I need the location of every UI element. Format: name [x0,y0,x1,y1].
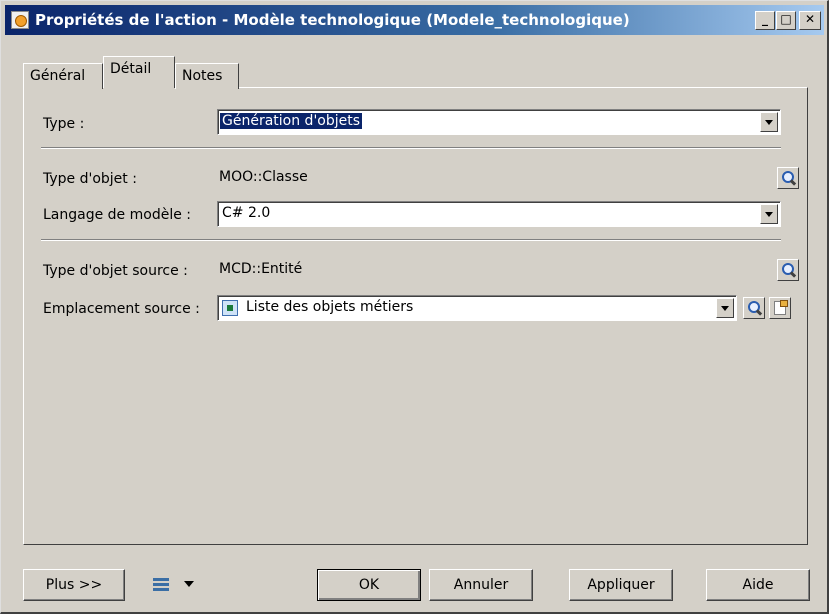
chevron-down-icon[interactable] [760,204,778,224]
model-language-combo[interactable]: C# 2.0 [217,201,781,227]
source-object-type-value: MCD::Entité [219,261,303,277]
minimize-button[interactable]: _ [755,11,775,30]
separator [41,147,781,149]
ok-button[interactable]: OK [317,569,421,601]
tab-general[interactable]: Général [23,63,103,89]
type-combo[interactable]: Génération d'objets [217,109,781,135]
action-icon [11,11,29,29]
title-bar[interactable]: Propriétés de l'action - Modèle technolo… [5,5,824,35]
model-language-label: Langage de modèle : [43,207,191,223]
separator [41,239,781,241]
type-value: Génération d'objets [220,113,363,129]
cancel-button[interactable]: Annuler [429,569,533,601]
source-location-open-button[interactable] [769,297,791,319]
list-icon [222,300,238,316]
source-object-type-label: Type d'objet source : [43,263,188,279]
object-type-value: MOO::Classe [219,169,308,185]
tab-detail[interactable]: Détail [103,56,175,88]
type-label: Type : [43,116,85,132]
window-title: Propriétés de l'action - Modèle technolo… [35,11,630,29]
help-button[interactable]: Aide [706,569,810,601]
model-language-value: C# 2.0 [222,205,271,221]
chevron-down-icon[interactable] [760,112,778,132]
source-object-type-properties-button[interactable] [777,259,799,281]
action-properties-dialog: Propriétés de l'action - Modèle technolo… [0,0,829,614]
maximize-button[interactable]: □ [776,11,796,30]
chevron-down-icon[interactable] [716,298,734,318]
close-button[interactable]: ✕ [799,11,821,30]
tab-notes[interactable]: Notes [175,63,239,89]
source-location-label: Emplacement source : [43,301,200,317]
source-location-combo[interactable]: Liste des objets métiers [217,295,737,321]
object-type-properties-button[interactable] [777,167,799,189]
object-type-label: Type d'objet : [43,171,137,187]
apply-button[interactable]: Appliquer [569,569,673,601]
source-location-properties-button[interactable] [743,297,765,319]
source-location-value: Liste des objets métiers [246,299,414,315]
more-button[interactable]: Plus >> [23,569,125,601]
chevron-down-icon[interactable] [184,581,194,589]
print-icon[interactable] [150,576,172,594]
